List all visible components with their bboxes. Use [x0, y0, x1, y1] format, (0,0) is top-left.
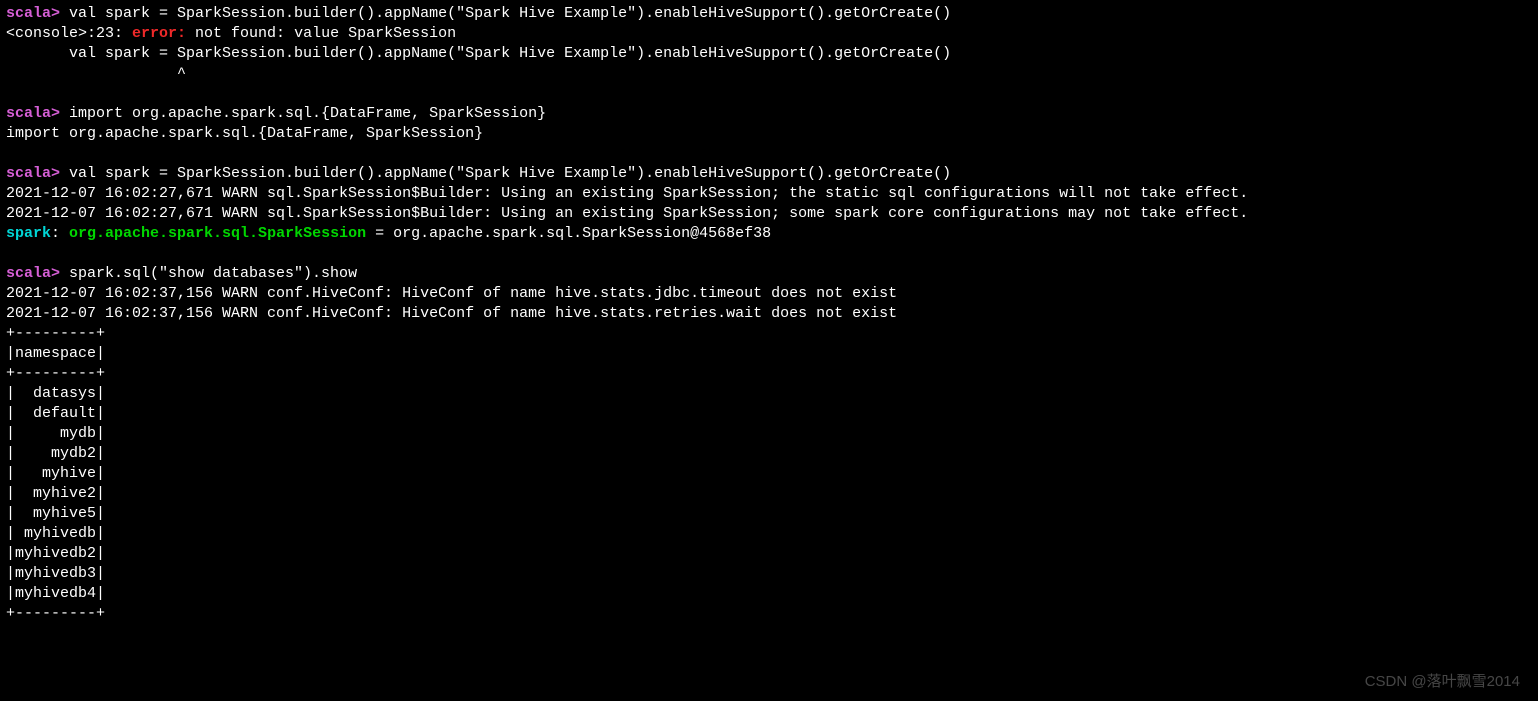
table-row: |myhivedb3| — [6, 565, 105, 582]
table-sep: +---------+ — [6, 325, 105, 342]
warn-line: 2021-12-07 16:02:37,156 WARN conf.HiveCo… — [6, 305, 897, 322]
error-message: not found: value SparkSession — [195, 25, 456, 42]
warn-line: 2021-12-07 16:02:27,671 WARN sql.SparkSe… — [6, 185, 1248, 202]
scala-prompt: scala> — [6, 165, 60, 182]
terminal-output[interactable]: scala> val spark = SparkSession.builder(… — [0, 0, 1538, 628]
table-sep: +---------+ — [6, 365, 105, 382]
table-row: | myhive5| — [6, 505, 105, 522]
warn-line: 2021-12-07 16:02:37,156 WARN conf.HiveCo… — [6, 285, 897, 302]
table-row: | default| — [6, 405, 105, 422]
command-line: val spark = SparkSession.builder().appNa… — [60, 165, 951, 182]
scala-prompt: scala> — [6, 265, 60, 282]
result-value: = org.apache.spark.sql.SparkSession@4568… — [366, 225, 771, 242]
error-location: <console>:23: — [6, 25, 132, 42]
table-row: |myhivedb2| — [6, 545, 105, 562]
table-row: | mydb2| — [6, 445, 105, 462]
table-row: | myhive2| — [6, 485, 105, 502]
table-row: |myhivedb4| — [6, 585, 105, 602]
table-row: | datasys| — [6, 385, 105, 402]
scala-prompt: scala> — [6, 105, 60, 122]
error-caret-line: ^ — [6, 65, 186, 82]
command-line: val spark = SparkSession.builder().appNa… — [60, 5, 951, 22]
result-var: spark — [6, 225, 51, 242]
table-row: | mydb| — [6, 425, 105, 442]
import-echo: import org.apache.spark.sql.{DataFrame, … — [6, 125, 483, 142]
result-type: org.apache.spark.sql.SparkSession — [69, 225, 366, 242]
result-colon: : — [51, 225, 69, 242]
table-row: | myhive| — [6, 465, 105, 482]
table-header: |namespace| — [6, 345, 105, 362]
command-line: spark.sql("show databases").show — [60, 265, 357, 282]
error-label: error: — [132, 25, 195, 42]
scala-prompt: scala> — [6, 5, 60, 22]
table-row: | myhivedb| — [6, 525, 105, 542]
command-line: import org.apache.spark.sql.{DataFrame, … — [60, 105, 546, 122]
table-sep: +---------+ — [6, 605, 105, 622]
error-context-line: val spark = SparkSession.builder().appNa… — [6, 45, 951, 62]
warn-line: 2021-12-07 16:02:27,671 WARN sql.SparkSe… — [6, 205, 1248, 222]
watermark-text: CSDN @落叶飘雪2014 — [1365, 670, 1520, 691]
